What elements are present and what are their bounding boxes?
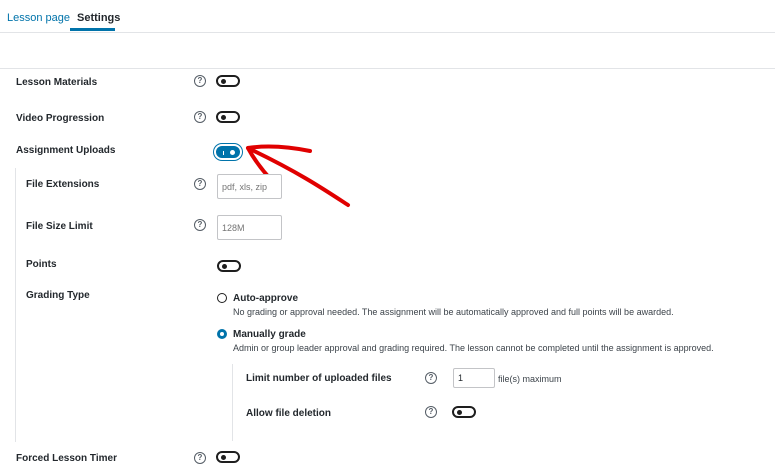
active-tab-indicator [70, 28, 115, 31]
lesson-materials-toggle[interactable] [216, 75, 240, 87]
help-icon[interactable]: ? [425, 372, 437, 384]
file-extensions-input[interactable] [217, 174, 282, 199]
video-progression-label: Video Progression [16, 113, 105, 124]
video-progression-toggle[interactable] [216, 111, 240, 123]
toggle-knob [222, 264, 227, 269]
toggle-knob [230, 150, 235, 155]
tab-bar: Lesson page Settings [0, 0, 775, 33]
file-size-limit-label: File Size Limit [26, 221, 93, 232]
manually-grade-description: Admin or group leader approval and gradi… [233, 343, 714, 353]
allow-deletion-label: Allow file deletion [246, 408, 332, 419]
limit-uploads-suffix: file(s) maximum [498, 374, 562, 384]
limit-uploads-input[interactable] [453, 368, 495, 388]
manual-subsettings-border [232, 364, 233, 441]
assignment-uploads-label: Assignment Uploads [16, 145, 116, 156]
lesson-materials-label: Lesson Materials [16, 77, 98, 88]
auto-approve-radio[interactable] [217, 293, 227, 303]
file-extensions-label: File Extensions [26, 179, 100, 190]
help-icon[interactable]: ? [194, 75, 206, 87]
forced-timer-toggle[interactable] [216, 451, 240, 463]
tab-settings[interactable]: Settings [77, 12, 120, 24]
toggle-knob [221, 455, 226, 460]
file-size-limit-input[interactable] [217, 215, 282, 240]
section-divider [0, 68, 775, 69]
tab-lesson-page[interactable]: Lesson page [7, 12, 70, 24]
manually-grade-title: Manually grade [233, 329, 306, 340]
grading-type-label: Grading Type [26, 290, 90, 301]
limit-uploads-label: Limit number of uploaded files [246, 373, 392, 384]
forced-timer-label: Forced Lesson Timer [16, 453, 117, 464]
toggle-on-mark [223, 151, 224, 155]
help-icon[interactable]: ? [194, 452, 206, 464]
assignment-uploads-toggle[interactable] [216, 146, 240, 158]
manually-grade-radio[interactable] [217, 329, 227, 339]
allow-deletion-toggle[interactable] [452, 406, 476, 418]
toggle-knob [221, 115, 226, 120]
points-label: Points [26, 259, 57, 270]
auto-approve-title: Auto-approve [233, 293, 298, 304]
help-icon[interactable]: ? [194, 178, 206, 190]
help-icon[interactable]: ? [194, 219, 206, 231]
help-icon[interactable]: ? [194, 111, 206, 123]
auto-approve-description: No grading or approval needed. The assig… [233, 307, 674, 317]
toggle-knob [221, 79, 226, 84]
help-icon[interactable]: ? [425, 406, 437, 418]
subsettings-border [15, 168, 16, 442]
toggle-knob [457, 410, 462, 415]
points-toggle[interactable] [217, 260, 241, 272]
